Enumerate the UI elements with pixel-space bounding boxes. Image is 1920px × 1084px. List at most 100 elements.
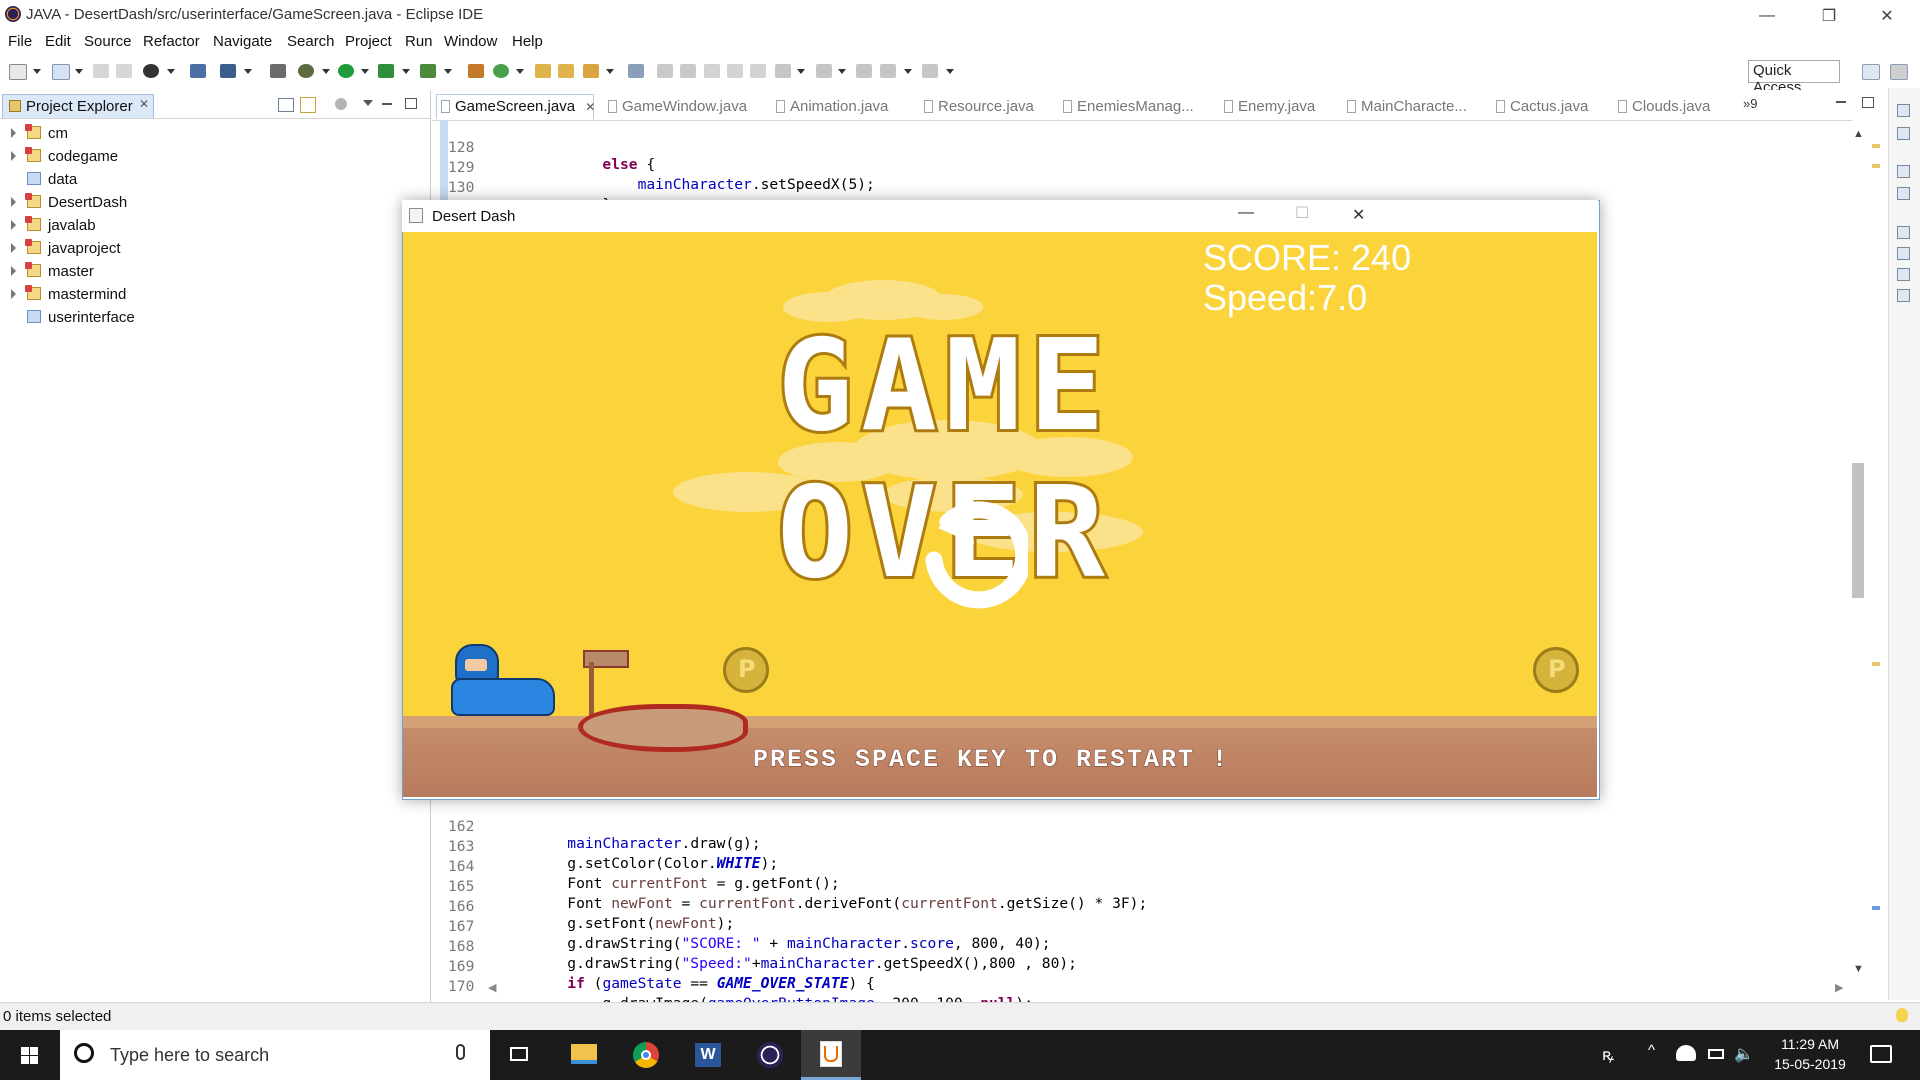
coverage-icon[interactable] xyxy=(378,64,394,78)
previous-annotation-icon[interactable] xyxy=(816,64,832,78)
code-line[interactable]: 166 g.setFont(newFont); xyxy=(448,881,734,932)
minimize-editor-icon[interactable] xyxy=(1836,101,1846,103)
forward-arrow-icon[interactable] xyxy=(922,64,938,78)
scrollbar-thumb[interactable] xyxy=(1852,463,1864,598)
tree-item-data[interactable]: data xyxy=(0,168,420,191)
lightbulb-icon[interactable] xyxy=(1896,1008,1908,1022)
open-perspective-icon[interactable] xyxy=(1862,64,1880,80)
game-canvas[interactable]: SCORE: 240 Speed:7.0 GAME OVER PRESS SPA… xyxy=(403,232,1597,797)
tab-enemiesmanager[interactable]: EnemiesManag... xyxy=(1063,94,1194,124)
open-type-icon[interactable] xyxy=(535,64,551,78)
external-tools-dropdown-icon[interactable] xyxy=(444,69,452,74)
maximize-editor-icon[interactable] xyxy=(1862,97,1874,108)
menu-window[interactable]: Window xyxy=(444,33,497,50)
taskbar-word[interactable]: W xyxy=(677,1030,737,1080)
close-tab-icon[interactable]: ✕ xyxy=(139,97,149,111)
skip-breakpoints-icon[interactable] xyxy=(270,64,286,78)
console-icon[interactable] xyxy=(190,64,206,78)
tasks-icon[interactable] xyxy=(220,64,236,78)
external-tools-icon[interactable] xyxy=(420,64,436,78)
problems-icon[interactable] xyxy=(1897,247,1910,260)
annotation-icon[interactable] xyxy=(628,64,644,78)
code-line[interactable]: 164 Font currentFont = g.getFont(); xyxy=(448,841,840,892)
menu-refactor[interactable]: Refactor xyxy=(143,33,200,50)
overview-marker[interactable] xyxy=(1872,164,1880,168)
tree-item-master[interactable]: master xyxy=(0,260,420,283)
tree-item-cm[interactable]: cm xyxy=(0,122,420,145)
taskbar-java[interactable] xyxy=(801,1030,861,1080)
expand-arrow-icon[interactable] xyxy=(11,197,16,207)
run-dropdown-icon[interactable] xyxy=(361,69,369,74)
start-button[interactable] xyxy=(0,1030,60,1080)
system-clock[interactable]: 11:29 AM 15-05-2019 xyxy=(1760,1034,1860,1074)
next-annotation-icon[interactable] xyxy=(775,64,791,78)
next-annotation-dropdown-icon[interactable] xyxy=(797,69,805,74)
microphone-icon[interactable] xyxy=(456,1044,465,1060)
expand-arrow-icon[interactable] xyxy=(11,243,16,253)
menu-source[interactable]: Source xyxy=(84,33,132,50)
tab-resource[interactable]: Resource.java xyxy=(924,94,1034,124)
last-edit-icon[interactable] xyxy=(856,64,872,78)
restore-view-icon[interactable] xyxy=(1897,226,1910,239)
save-all-icon[interactable] xyxy=(116,64,132,78)
expand-arrow-icon[interactable] xyxy=(11,289,16,299)
code-line[interactable]: 128 else { xyxy=(448,122,655,173)
code-line[interactable]: 163 g.setColor(Color.WHITE); xyxy=(448,821,778,872)
maximize-view-icon[interactable] xyxy=(405,98,417,109)
expand-arrow-icon[interactable] xyxy=(11,128,16,138)
view-menu-icon[interactable] xyxy=(363,100,373,106)
task-view-button[interactable] xyxy=(490,1030,550,1080)
tree-item-codegame[interactable]: codegame xyxy=(0,145,420,168)
project-explorer-tab[interactable]: Project Explorer ✕ xyxy=(2,94,154,118)
tree-item-desertdash[interactable]: DesertDash xyxy=(0,191,420,214)
scroll-left-icon[interactable]: ◀ xyxy=(488,981,496,994)
code-line[interactable]: 170 g.drawImage(gameOverButtonImage, 200… xyxy=(448,961,1033,1012)
quick-access-field[interactable]: Quick Access xyxy=(1748,60,1840,96)
pilcrow-icon[interactable] xyxy=(750,64,766,78)
block-selection-icon[interactable] xyxy=(704,64,720,78)
show-whitespace-icon[interactable] xyxy=(727,64,743,78)
battery-icon[interactable] xyxy=(1708,1049,1724,1059)
code-line[interactable]: 167 g.drawString("SCORE: " + mainCharact… xyxy=(448,901,1051,952)
bug-icon[interactable] xyxy=(298,64,314,78)
new-dropdown-icon[interactable] xyxy=(33,69,41,74)
new-class-dropdown-icon[interactable] xyxy=(516,69,524,74)
tree-item-userinterface[interactable]: userinterface xyxy=(0,306,420,329)
collapse-all-icon[interactable] xyxy=(278,98,294,112)
taskbar-chrome[interactable] xyxy=(615,1030,675,1080)
declaration-icon[interactable] xyxy=(1897,289,1910,302)
code-line[interactable]: 169 if (gameState == GAME_OVER_STATE) { xyxy=(448,941,875,992)
tree-item-mastermind[interactable]: mastermind xyxy=(0,283,420,306)
tab-gamewindow[interactable]: GameWindow.java xyxy=(608,94,747,124)
open-icon[interactable] xyxy=(52,64,70,80)
search-icon[interactable] xyxy=(583,64,599,78)
new-icon[interactable] xyxy=(9,64,27,80)
javadoc-icon[interactable] xyxy=(1897,268,1910,281)
toggle-mark-icon[interactable] xyxy=(680,64,696,78)
tree-item-javaproject[interactable]: javaproject xyxy=(0,237,420,260)
tab-maincharacter[interactable]: MainCharacte... xyxy=(1347,94,1467,124)
taskbar-search-box[interactable]: Type here to search xyxy=(60,1030,490,1080)
expand-arrow-icon[interactable] xyxy=(11,266,16,276)
taskbar-file-explorer[interactable] xyxy=(553,1030,613,1080)
volume-icon[interactable]: 🔈 xyxy=(1734,1044,1754,1064)
menu-help[interactable]: Help xyxy=(512,33,543,50)
onedrive-icon[interactable] xyxy=(1676,1045,1696,1061)
open-folder-icon[interactable] xyxy=(558,64,574,78)
people-icon[interactable]: ꝶ xyxy=(1602,1043,1620,1064)
restore-view-icon[interactable] xyxy=(1897,104,1910,117)
back-dropdown-icon[interactable] xyxy=(904,69,912,74)
close-button[interactable]: ✕ xyxy=(1864,0,1910,31)
scroll-right-icon[interactable]: ▶ xyxy=(1835,981,1843,994)
open-dropdown-icon[interactable] xyxy=(75,69,83,74)
new-java-project-icon[interactable] xyxy=(468,64,484,78)
close-tab-icon[interactable]: ✕ xyxy=(585,100,595,114)
menu-search[interactable]: Search xyxy=(287,33,335,50)
outline-icon[interactable] xyxy=(1897,127,1910,140)
code-line[interactable]: 131 } xyxy=(448,182,576,233)
tree-item-javalab[interactable]: javalab xyxy=(0,214,420,237)
expand-arrow-icon[interactable] xyxy=(11,220,16,230)
code-line[interactable]: 129 mainCharacter.setSpeedX(5); xyxy=(448,142,875,193)
game-maximize-button[interactable]: ☐ xyxy=(1295,203,1309,223)
overview-marker[interactable] xyxy=(1872,662,1880,666)
